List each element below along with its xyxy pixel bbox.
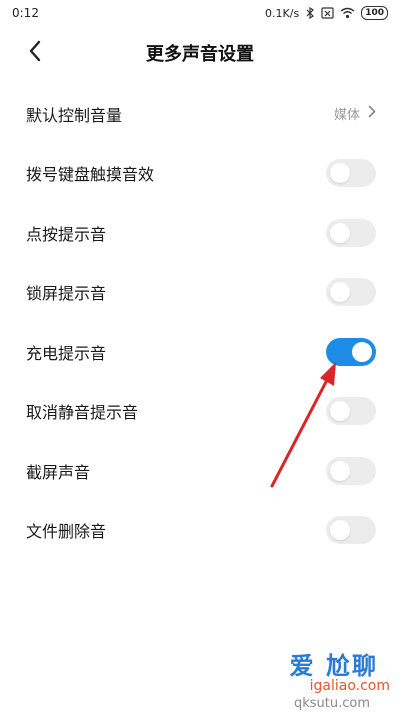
status-icons: 0.1K/s 100 xyxy=(265,6,388,20)
toggle-switch[interactable] xyxy=(326,397,376,426)
setting-label: 充电提示音 xyxy=(26,343,107,363)
chevron-right-icon xyxy=(368,105,376,122)
setting-label: 取消静音提示音 xyxy=(26,403,139,423)
toggle-knob xyxy=(330,401,350,422)
watermark-title: 爱 尬聊 xyxy=(289,652,378,680)
toggle-knob xyxy=(330,222,350,243)
settings-list: 默认控制音量 媒体 拨号键盘触摸音效 点按提示音 锁屏提示音 充电提示音 取消静… xyxy=(0,84,400,560)
toggle-switch[interactable] xyxy=(326,278,376,307)
setting-label: 点按提示音 xyxy=(26,224,107,244)
setting-value: 媒体 xyxy=(334,104,376,123)
setting-tap-sound: 点按提示音 xyxy=(0,203,400,263)
setting-file-delete-sound: 文件删除音 xyxy=(0,501,400,561)
toggle-knob xyxy=(330,460,350,481)
toggle-switch[interactable] xyxy=(326,159,376,188)
setting-label: 文件删除音 xyxy=(26,522,107,542)
watermark-logo: 爱 尬聊 igaliao.com qksutu.com xyxy=(232,640,400,712)
network-speed: 0.1K/s xyxy=(265,6,300,20)
chevron-left-icon xyxy=(28,40,42,66)
toggle-knob xyxy=(352,341,372,362)
toggle-switch[interactable] xyxy=(326,516,376,545)
setting-screenshot-sound: 截屏声音 xyxy=(0,441,400,501)
watermark-url-secondary: qksutu.com xyxy=(293,696,370,711)
toggle-switch[interactable] xyxy=(326,218,376,247)
setting-label: 拨号键盘触摸音效 xyxy=(26,165,155,185)
setting-label: 锁屏提示音 xyxy=(26,284,107,304)
no-sim-icon xyxy=(321,7,334,19)
toggle-switch[interactable] xyxy=(326,456,376,485)
setting-charging-sound: 充电提示音 xyxy=(0,322,400,382)
setting-unmute-sound: 取消静音提示音 xyxy=(0,382,400,442)
setting-lock-screen-sound: 锁屏提示音 xyxy=(0,263,400,323)
wifi-icon xyxy=(340,7,355,19)
toggle-knob xyxy=(330,282,350,303)
watermark-url: igaliao.com xyxy=(309,678,390,694)
toggle-switch[interactable] xyxy=(326,337,376,366)
setting-value-text: 媒体 xyxy=(333,108,360,124)
battery-icon: 100 xyxy=(361,6,388,20)
back-button[interactable] xyxy=(20,38,50,68)
setting-label: 截屏声音 xyxy=(26,462,91,482)
setting-label: 默认控制音量 xyxy=(26,105,123,125)
page-title: 更多声音设置 xyxy=(146,44,254,65)
page-header: 更多声音设置 xyxy=(0,30,400,76)
toggle-knob xyxy=(330,520,350,541)
setting-default-volume[interactable]: 默认控制音量 媒体 xyxy=(0,84,400,144)
status-bar: 0:12 0.1K/s 100 xyxy=(0,0,400,26)
setting-dialpad-touch-sound: 拨号键盘触摸音效 xyxy=(0,144,400,204)
toggle-knob xyxy=(330,163,350,184)
bluetooth-icon xyxy=(305,7,315,19)
status-time: 0:12 xyxy=(12,6,39,20)
